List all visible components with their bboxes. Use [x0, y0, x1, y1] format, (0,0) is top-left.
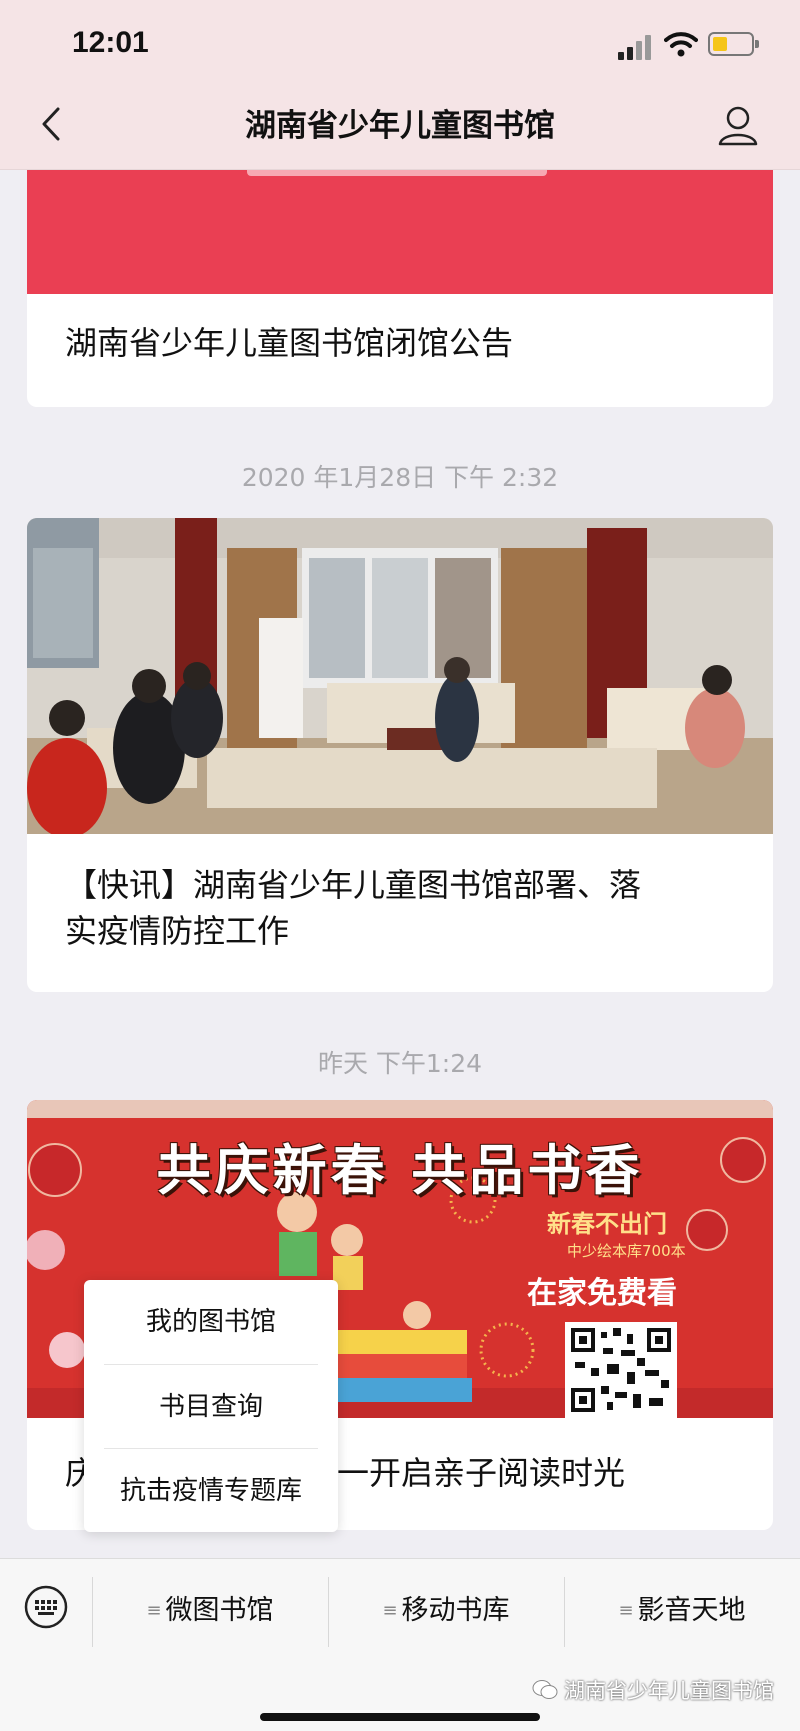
- cellular-signal-icon: [618, 35, 651, 60]
- menu-lines-icon: ≡: [146, 1600, 162, 1621]
- article-cover-image: [27, 170, 773, 294]
- menu-tab-label: 微图书馆: [165, 1595, 274, 1626]
- menu-tab-audio-video[interactable]: ≡ 影音天地: [564, 1589, 800, 1633]
- menu-item-catalog-search[interactable]: 书目查询: [104, 1364, 318, 1448]
- submenu-popup: 我的图书馆 书目查询 抗击疫情专题库: [84, 1280, 338, 1532]
- wifi-icon: [664, 32, 698, 57]
- home-indicator[interactable]: [260, 1713, 540, 1721]
- menu-tab-micro-library[interactable]: ≡ 微图书馆: [92, 1589, 328, 1633]
- article-cover-image: [27, 518, 773, 834]
- status-bar: 12:01: [0, 22, 800, 62]
- menu-item-epidemic-database[interactable]: 抗击疫情专题库: [104, 1448, 318, 1532]
- profile-button[interactable]: [716, 104, 760, 148]
- wechat-icon: [532, 1680, 558, 1699]
- top-bar: 12:01 湖南省少年儿童图书馆: [0, 0, 800, 170]
- menu-item-my-library[interactable]: 我的图书馆: [104, 1280, 318, 1364]
- status-time: 12:01: [72, 26, 149, 59]
- message-timestamp: 昨天 下午1:24: [317, 1049, 483, 1078]
- bottom-menu-bar: ≡ 微图书馆 ≡ 移动书库 ≡ 影音天地 湖南省少年儿童图书馆: [0, 1558, 800, 1731]
- article-title-fragment: 一开启亲子阅读时光: [337, 1454, 626, 1492]
- user-icon: [718, 106, 758, 146]
- menu-tab-label: 影音天地: [637, 1595, 746, 1626]
- menu-lines-icon: ≡: [618, 1600, 634, 1621]
- article-title-line: 【快讯】湖南省少年儿童图书馆部署、落: [65, 866, 642, 904]
- poster-tagline: 在家免费看: [527, 1276, 677, 1311]
- keyboard-icon: [24, 1585, 68, 1629]
- page-title: 湖南省少年儿童图书馆: [245, 108, 555, 144]
- poster-caption: 中少绘本库700本: [567, 1242, 686, 1260]
- article-title: 【快讯】湖南省少年儿童图书馆部署、落 实疫情防控工作: [27, 862, 679, 954]
- battery-icon: [708, 32, 759, 56]
- article-card[interactable]: 【快讯】湖南省少年儿童图书馆部署、落 实疫情防控工作: [27, 518, 773, 992]
- qr-code: [565, 1322, 677, 1418]
- menu-lines-icon: ≡: [382, 1600, 398, 1621]
- message-timestamp: 2020 年1月28日 下午 2:32: [241, 463, 559, 492]
- article-card[interactable]: 湖南省少年儿童图书馆闭馆公告: [27, 170, 773, 407]
- wechat-watermark: 湖南省少年儿童图书馆: [532, 1675, 774, 1705]
- article-title-line: 实疫情防控工作: [65, 912, 290, 950]
- poster-subtitle: 新春不出门: [547, 1210, 667, 1238]
- article-title: 湖南省少年儿童图书馆闭馆公告: [65, 324, 514, 362]
- battery-level: [713, 37, 727, 51]
- keyboard-toggle-button[interactable]: [24, 1585, 68, 1629]
- watermark-text: 湖南省少年儿童图书馆: [564, 1679, 774, 1703]
- menu-tab-mobile-library[interactable]: ≡ 移动书库: [328, 1589, 564, 1633]
- menu-tab-label: 移动书库: [401, 1595, 510, 1626]
- poster-headline: 共庆新春 共品书香: [156, 1138, 644, 1202]
